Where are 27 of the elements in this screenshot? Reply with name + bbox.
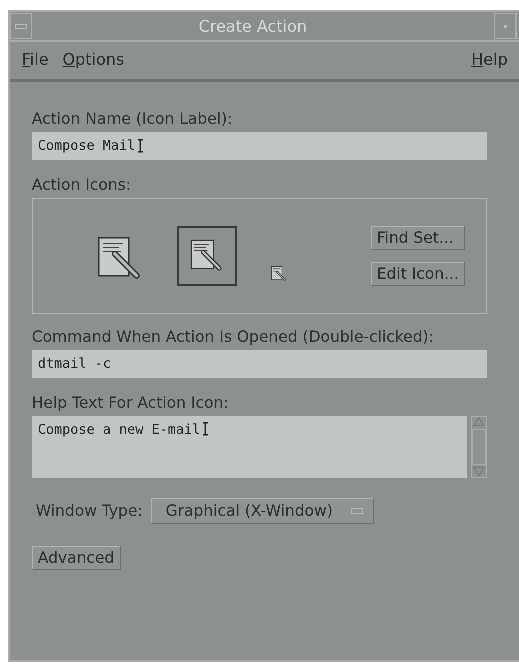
action-button[interactable]: Edit Icon... [371,262,466,286]
down-arrow-icon[interactable] [473,467,485,477]
input-field[interactable]: dtmail -c [32,350,487,378]
menu-item[interactable]: File [20,48,51,71]
window-title: Create Action [198,16,308,36]
option-menu[interactable]: Graphical (X-Window) [150,498,374,524]
up-arrow-icon[interactable] [473,417,485,427]
minimize-button[interactable] [494,13,516,39]
field-label: Action Icons: [32,176,132,194]
field-label: Action Name (Icon Label): [32,110,234,128]
field-label: Command When Action Is Opened (Double-clicked): [32,328,436,346]
input-field[interactable]: Compose Mail [32,132,487,160]
text-cursor-icon [202,422,209,436]
action-button[interactable]: Find Set... [371,226,466,250]
field-label: Window Type: [36,502,143,520]
advanced-button[interactable]: Advanced [32,546,121,570]
field-label: Help Text For Action Icon: [32,394,230,412]
document-pencil-icon [190,239,224,273]
text-area[interactable]: Compose a new E-mail [32,416,467,478]
window-menu-button[interactable] [10,13,32,39]
menu-item[interactable]: Help [470,48,510,71]
scrollbar[interactable] [471,416,487,478]
menu-item[interactable]: Options [60,48,127,71]
document-pencil-icon [271,266,287,282]
icon-slot[interactable] [177,226,237,286]
text-cursor-icon [136,139,144,153]
document-pencil-icon [97,236,143,282]
